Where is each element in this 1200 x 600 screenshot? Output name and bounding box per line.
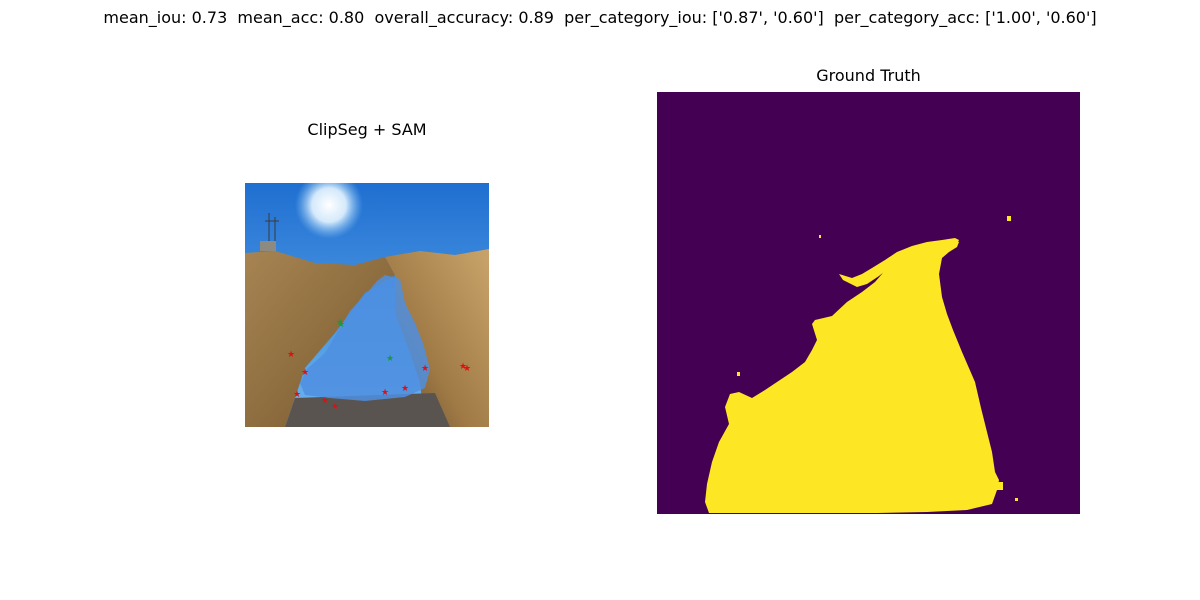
negative-point-marker: ★ <box>321 396 329 406</box>
gt-speck-2 <box>819 235 821 238</box>
negative-point-marker: ★ <box>463 364 471 374</box>
ground-truth-image <box>657 92 1080 514</box>
prediction-image: ★ ★ ★ ★ ★ ★ ★ ★ ★ ★ ★ ★ ★ <box>245 183 489 427</box>
negative-point-marker: ★ <box>287 350 295 360</box>
negative-point-marker: ★ <box>401 384 409 394</box>
gt-speck-5 <box>1015 498 1018 501</box>
negative-point-marker: ★ <box>381 388 389 398</box>
hut <box>260 241 276 251</box>
negative-point-marker: ★ <box>301 368 309 378</box>
gt-speck-3 <box>737 372 740 376</box>
ground-truth-mask-svg <box>657 92 1080 514</box>
figure-suptitle: mean_iou: 0.73 mean_acc: 0.80 overall_ac… <box>103 8 1097 27</box>
positive-point-marker: ★ <box>337 320 345 330</box>
left-panel-title: ClipSeg + SAM <box>307 120 427 139</box>
negative-point-marker: ★ <box>293 390 301 400</box>
negative-point-marker: ★ <box>331 402 339 412</box>
right-panel-title: Ground Truth <box>816 66 921 85</box>
positive-point-marker: ★ <box>386 354 394 364</box>
prediction-overlay-svg: ★★★★★★★★★ ★★ ★★ <box>245 183 489 427</box>
gt-speck-4 <box>997 482 1003 490</box>
negative-point-marker: ★ <box>421 364 429 374</box>
gt-speck-1 <box>1007 216 1011 221</box>
